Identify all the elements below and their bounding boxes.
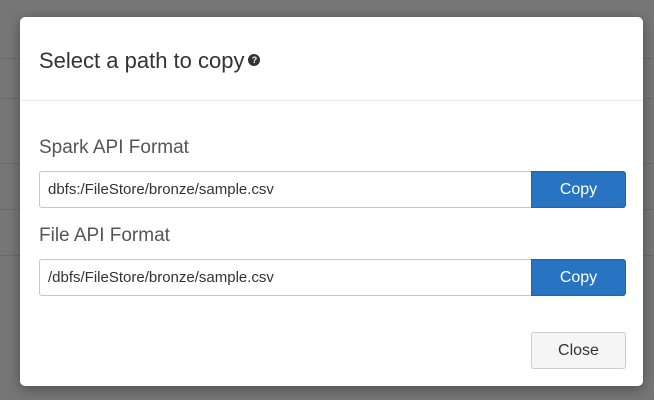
- copy-path-dialog: Select a path to copy? Spark API Format …: [20, 17, 643, 386]
- close-button[interactable]: Close: [531, 332, 626, 369]
- file-api-path-input[interactable]: [39, 259, 551, 296]
- dialog-title-text: Select a path to copy: [39, 48, 245, 73]
- file-copy-button[interactable]: Copy: [531, 259, 626, 296]
- dialog-header: Select a path to copy?: [20, 17, 643, 101]
- file-api-format-label: File API Format: [39, 225, 170, 246]
- dialog-title: Select a path to copy?: [39, 46, 261, 76]
- question-circle-icon[interactable]: ?: [248, 54, 261, 67]
- spark-api-format-label: Spark API Format: [39, 137, 189, 158]
- spark-api-path-input[interactable]: [39, 171, 551, 208]
- spark-copy-button[interactable]: Copy: [531, 171, 626, 208]
